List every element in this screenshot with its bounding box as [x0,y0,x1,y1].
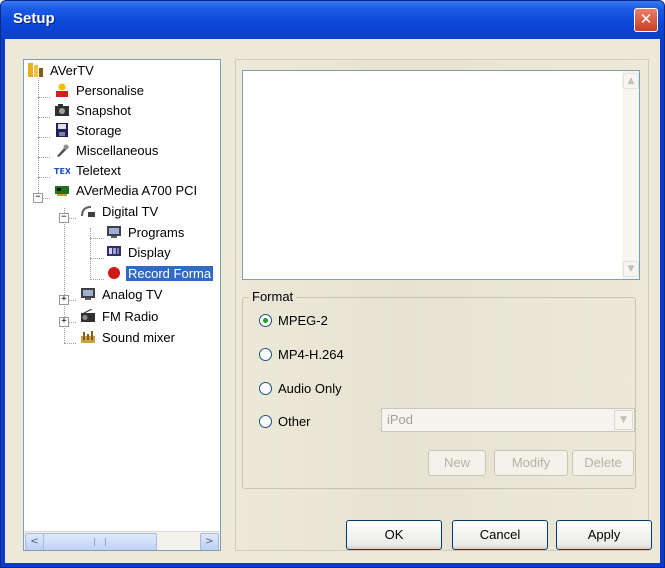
monitor-icon [107,246,121,256]
radio-button[interactable] [259,348,272,361]
expand-analog-tv-toggle[interactable]: + [59,295,69,305]
tree-item-snapshot[interactable]: Snapshot [54,102,133,120]
radio-label: MPEG-2 [278,313,328,328]
radio-button[interactable] [259,415,272,428]
personalise-icon [56,83,68,97]
radio-button[interactable] [259,382,272,395]
tree-item-label: Analog TV [102,287,163,302]
textbox-vertical-scrollbar[interactable]: ▲ ▼ [622,71,639,279]
collapse-digital-tv-toggle[interactable]: − [59,213,69,223]
window-title: Setup [13,10,55,27]
tree-item-programs[interactable]: Programs [106,224,186,242]
tree-item-fm-radio[interactable]: FM Radio [80,308,160,326]
tree-item-label: Personalise [76,83,144,98]
new-button[interactable]: New [428,450,486,476]
mixer-icon [81,331,95,343]
tree-item-storage[interactable]: Storage [54,122,124,140]
minus-icon: − [61,212,67,222]
plus-icon: + [61,294,67,304]
close-icon: ✕ [639,10,653,28]
close-button[interactable]: ✕ [634,8,658,32]
dialog-body: − − + + AVerTV Personalise Snapshot Stor… [5,39,660,563]
tv-icon [81,288,95,300]
avertv-icon [28,63,43,77]
chevron-down-icon: ▼ [627,264,635,274]
tree-item-label: Programs [128,225,185,240]
tree-item-label: AVerMedia A700 PCI [76,183,198,198]
scrollbar-thumb[interactable] [43,533,157,550]
scroll-right-button[interactable]: > [200,533,219,550]
tree-item-record-format[interactable]: Record Forma [106,265,214,283]
format-description-textbox[interactable]: ▲ ▼ [242,70,640,280]
tree-item-sound-mixer[interactable]: Sound mixer [80,329,177,347]
plus-icon: + [61,316,67,326]
tree-item-teletext[interactable]: TEXT Teletext [54,162,123,180]
tree-item-label: Teletext [76,163,121,178]
camera-icon [55,104,69,116]
wrench-icon [57,144,69,157]
card-icon [55,186,69,196]
radio-other[interactable]: Other [259,413,311,431]
collapse-avermedia-toggle[interactable]: − [33,193,43,203]
delete-button[interactable]: Delete [572,450,634,476]
settings-tree[interactable]: − − + + AVerTV Personalise Snapshot Stor… [23,59,221,551]
tree-item-label: Storage [76,123,122,138]
tree-item-label: Miscellaneous [76,143,159,158]
tree-item-personalise[interactable]: Personalise [54,82,146,100]
svg-text:TEXT: TEXT [54,167,70,176]
chevron-down-icon[interactable]: ▼ [614,410,633,430]
scroll-down-button[interactable]: ▼ [623,261,639,277]
tree-item-label: Record Forma [126,266,214,281]
apply-button[interactable]: Apply [556,520,652,550]
radio-mpeg2[interactable]: MPEG-2 [259,312,328,330]
format-groupbox: Format MPEG-2 MP4-H.264 Audio Only Other… [242,289,636,489]
tree-item-avermedia-a700[interactable]: AVerMedia A700 PCI [54,182,199,200]
tree-item-display[interactable]: Display [106,244,173,262]
record-icon [108,267,120,279]
chevron-right-icon: > [205,536,214,547]
setup-dialog: Setup ✕ − − + + AVerTV Personalise Snaps… [0,0,665,568]
tree-item-label: AVerTV [50,63,94,78]
minus-icon: − [35,192,41,202]
floppy-icon [56,123,68,137]
radio-mp4-h264[interactable]: MP4-H.264 [259,346,344,364]
record-format-panel: ▲ ▼ Format MPEG-2 MP4-H.264 Audio Only O… [235,59,652,551]
select-value: iPod [387,412,414,427]
title-bar[interactable]: Setup ✕ [1,1,664,39]
expand-fm-radio-toggle[interactable]: + [59,317,69,327]
tv-icon [107,226,121,238]
radio-audio-only[interactable]: Audio Only [259,380,342,398]
tree-item-digital-tv[interactable]: Digital TV [80,203,160,221]
tree-item-label: Display [128,245,171,260]
scroll-left-button[interactable]: < [25,533,44,550]
tree-horizontal-scrollbar[interactable]: < > [24,531,220,550]
modify-button[interactable]: Modify [494,450,568,476]
cancel-button[interactable]: Cancel [452,520,548,550]
satellite-icon [81,206,95,217]
tree-item-miscellaneous[interactable]: Miscellaneous [54,142,160,160]
radio-label: Other [278,414,311,429]
radio-icon [81,309,95,322]
chevron-left-icon: < [30,536,39,547]
other-format-select[interactable]: iPod ▼ [381,408,635,432]
radio-label: Audio Only [278,381,342,396]
radio-label: MP4-H.264 [278,347,344,362]
tree-item-label: Digital TV [102,204,159,219]
format-group-title: Format [249,289,297,304]
text-icon: TEXT [54,167,70,176]
tree-item-label: Sound mixer [102,330,175,345]
tree-item-analog-tv[interactable]: Analog TV [80,286,164,304]
radio-button-checked[interactable] [259,314,272,327]
scroll-up-button[interactable]: ▲ [623,73,639,89]
tree-item-label: Snapshot [76,103,131,118]
ok-button[interactable]: OK [346,520,442,550]
tree-item-avertv[interactable]: AVerTV [28,62,96,80]
chevron-up-icon: ▲ [627,76,635,86]
tree-item-label: FM Radio [102,309,159,324]
